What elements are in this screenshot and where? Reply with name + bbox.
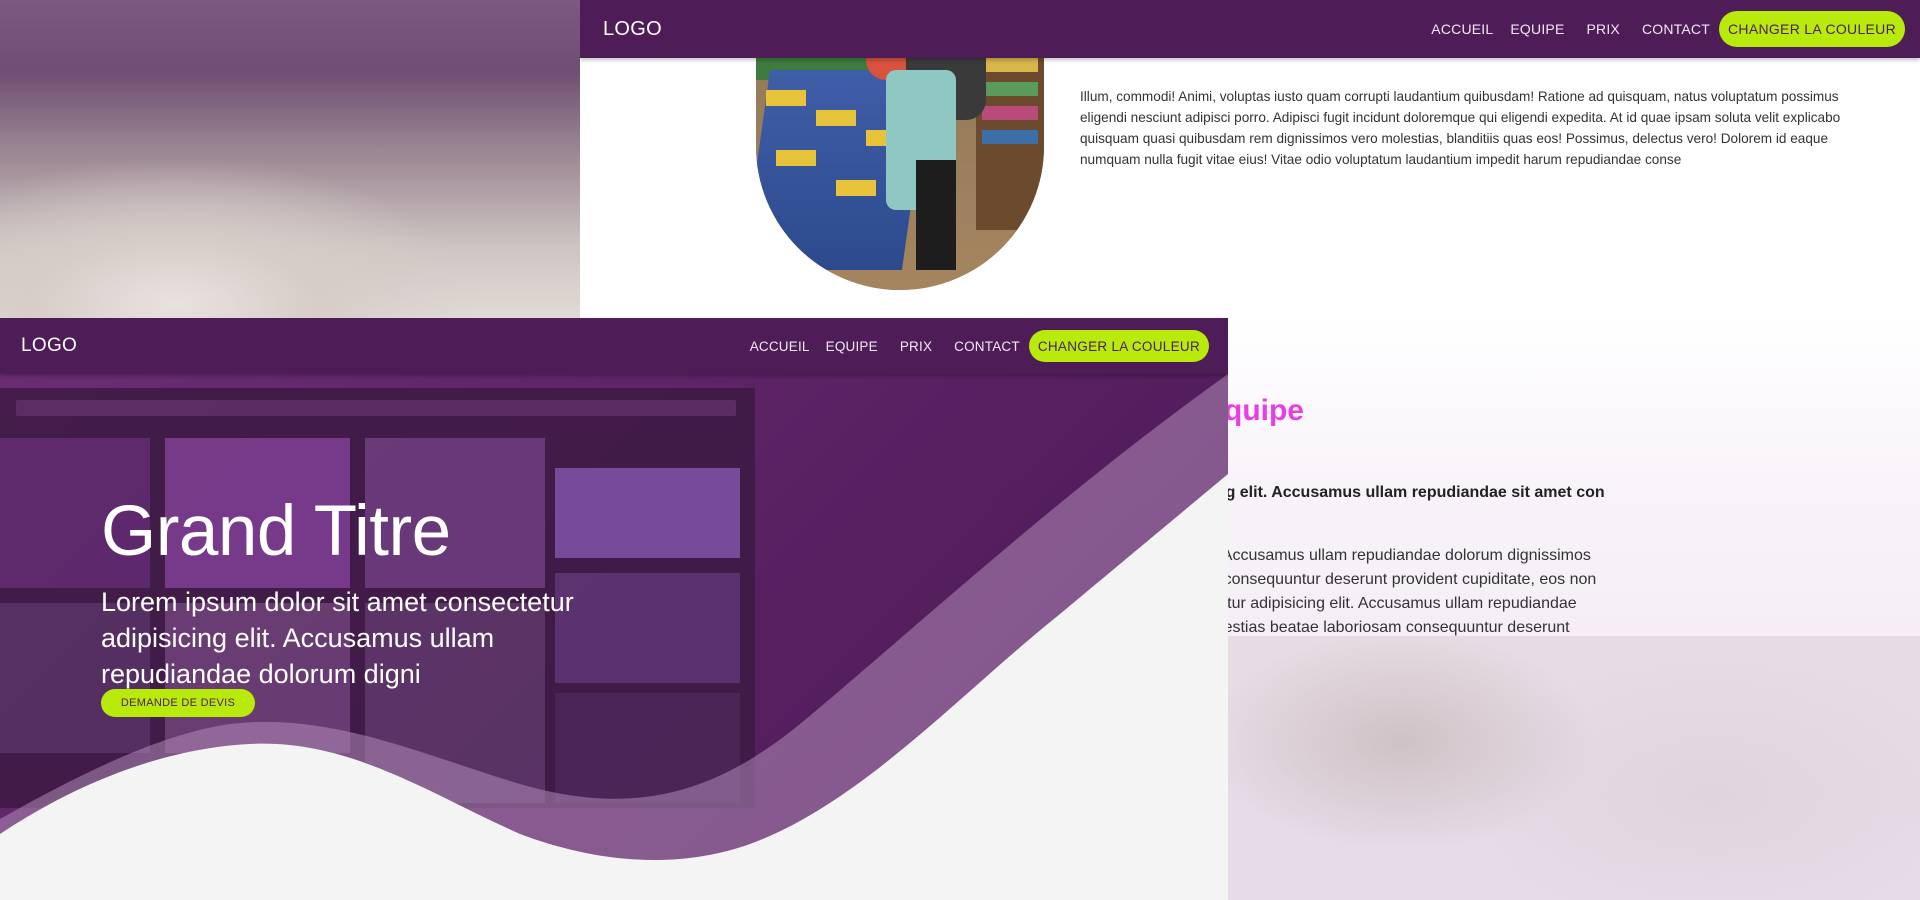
equipe-paragraph-line: nsectetur adipisicing elit. Accusamus ul… (1180, 595, 1577, 612)
change-color-button[interactable]: CHANGER LA COULEUR (1719, 11, 1905, 47)
logo[interactable]: LOGO (21, 335, 77, 357)
equipe-section-lead: icing elit. Accusamus ullam repudiandae … (1198, 484, 1605, 501)
change-color-button[interactable]: CHANGER LA COULEUR (1028, 330, 1209, 362)
nav-link-equipe[interactable]: EQUIPE (1510, 21, 1564, 37)
equipe-section-paragraph: g elit. Accusamus ullam repudiandae dolo… (1180, 544, 1680, 640)
front-browser-window: LOGO ACCUEIL EQUIPE PRIX CONTACT CHANGER… (0, 318, 1228, 900)
hero-subtitle: Lorem ipsum dolor sit amet consectetur a… (101, 587, 574, 689)
desktop-backdrop-top-left (0, 0, 580, 320)
intro-paragraph: Illum, commodi! Animi, voluptas iusto qu… (1080, 89, 1841, 167)
top-browser-window: LOGO ACCUEIL EQUIPE PRIX CONTACT CHANGER… (580, 0, 1920, 318)
equipe-section-title: quipe (1224, 394, 1304, 427)
equipe-paragraph-line: d. Molestias beatae laboriosam consequun… (1180, 619, 1570, 636)
equipe-paragraph-line: g elit. Accusamus ullam repudiandae dolo… (1180, 547, 1591, 564)
request-quote-button[interactable]: DEMANDE DE DEVIS (101, 689, 255, 717)
nav-links: ACCUEIL EQUIPE PRIX CONTACT CHANGER LA C… (1414, 11, 1905, 47)
nav-links: ACCUEIL EQUIPE PRIX CONTACT CHANGER LA C… (734, 330, 1213, 362)
top-navbar: LOGO ACCUEIL EQUIPE PRIX CONTACT CHANGER… (580, 0, 1920, 58)
nav-link-equipe[interactable]: EQUIPE (826, 339, 878, 354)
nav-link-accueil[interactable]: ACCUEIL (1431, 21, 1493, 37)
nav-link-contact[interactable]: CONTACT (954, 339, 1020, 354)
front-navbar: LOGO ACCUEIL EQUIPE PRIX CONTACT CHANGER… (0, 318, 1228, 374)
nav-link-prix[interactable]: PRIX (900, 339, 932, 354)
nav-link-contact[interactable]: CONTACT (1642, 21, 1710, 37)
nav-link-accueil[interactable]: ACCUEIL (750, 339, 810, 354)
equipe-paragraph-line: osam consequuntur deserunt provident cup… (1180, 571, 1597, 588)
nav-link-prix[interactable]: PRIX (1586, 21, 1619, 37)
hero-title: Grand Titre (101, 492, 451, 571)
blurred-backdrop (1228, 636, 1920, 900)
logo[interactable]: LOGO (603, 18, 662, 41)
